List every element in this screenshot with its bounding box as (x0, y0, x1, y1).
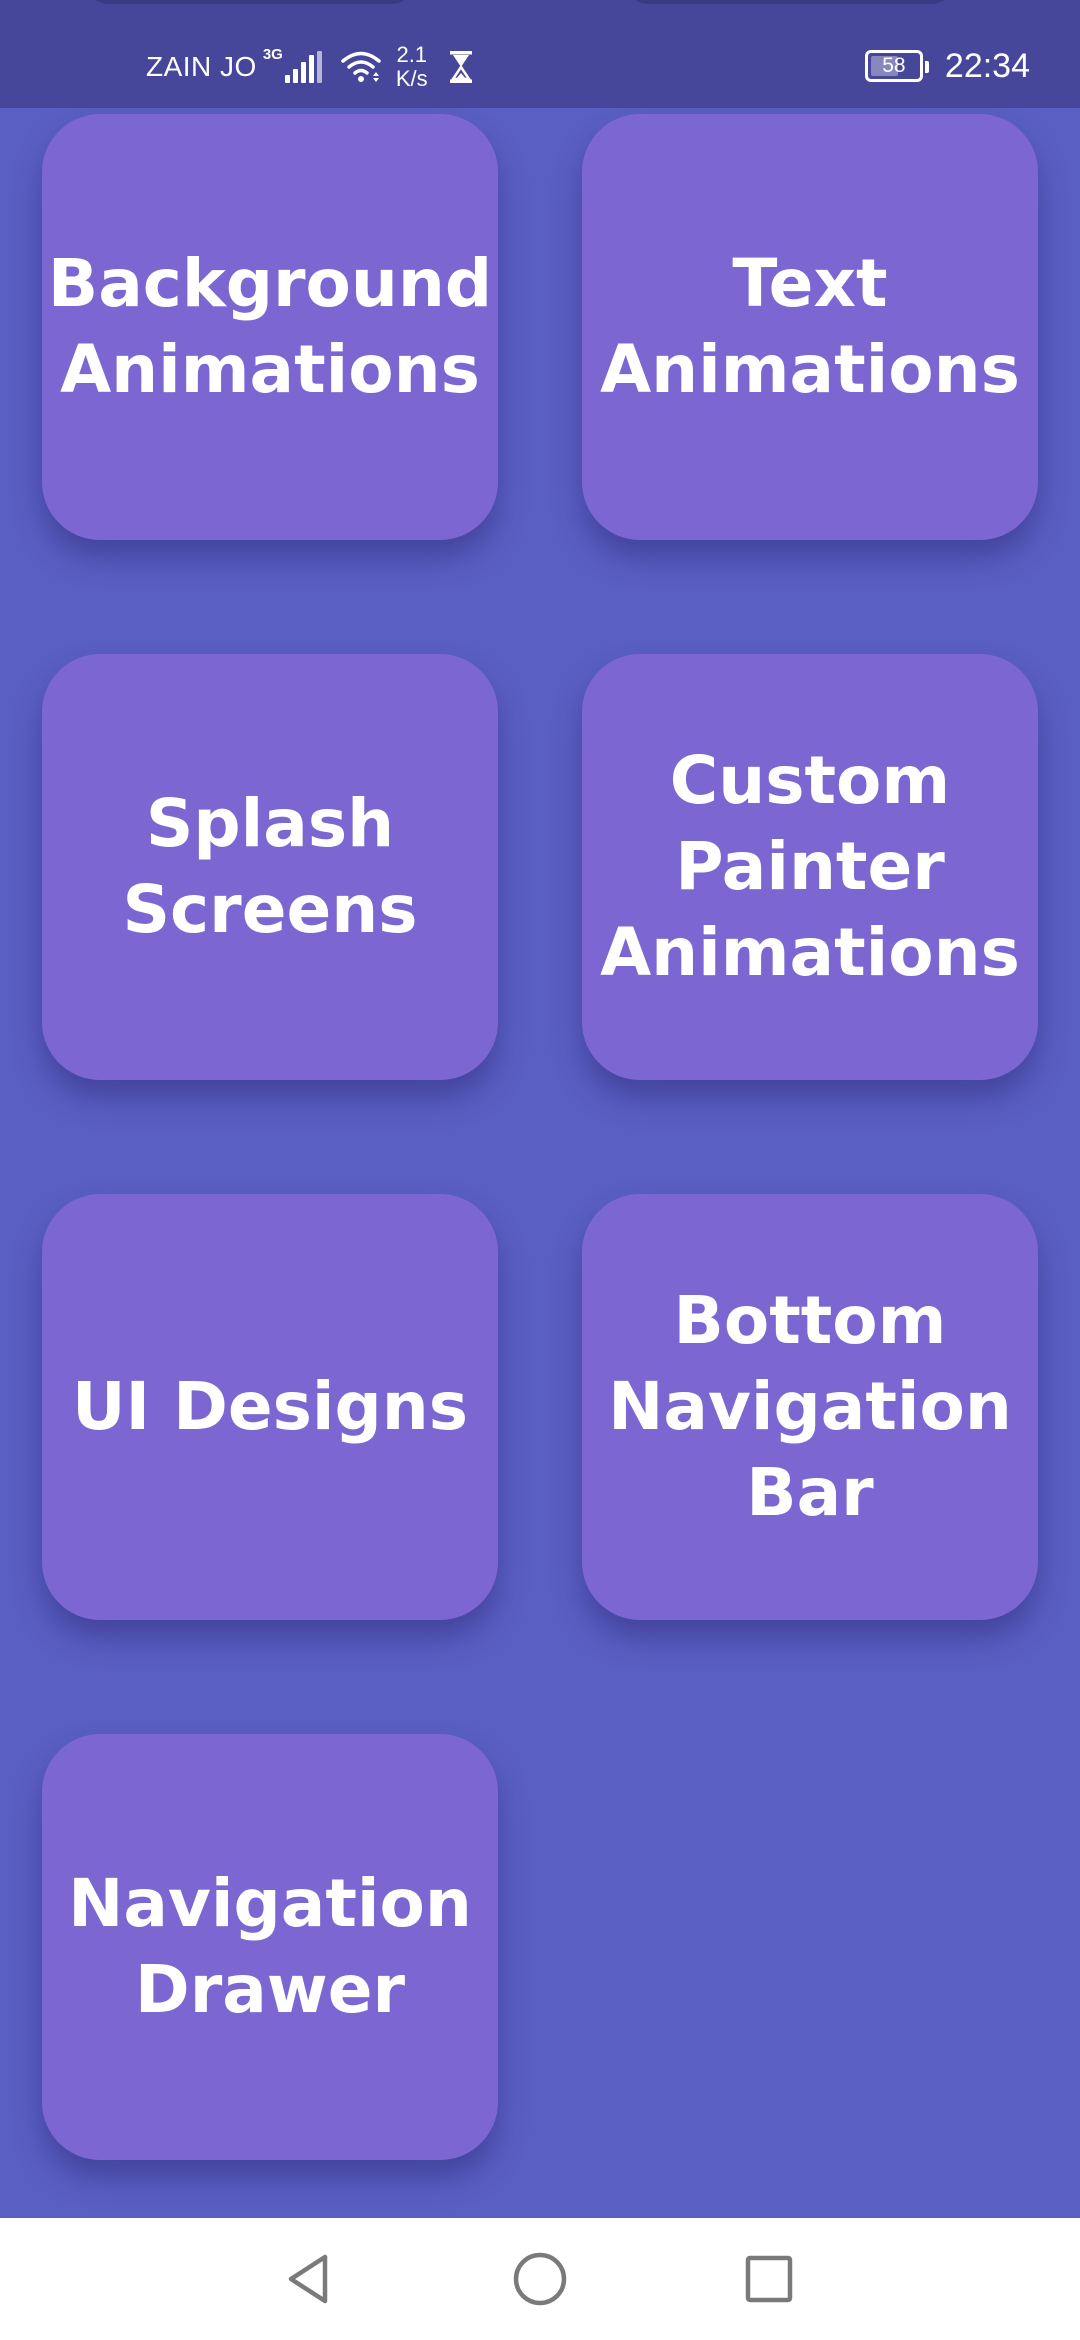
status-bar: ZAIN JO 3G 2.1 K/s 58 22:34 (0, 0, 1080, 108)
network-speed: 2.1 K/s (396, 43, 428, 91)
status-clock: 22:34 (944, 46, 1030, 85)
card-background-animations[interactable]: Background Animations (42, 114, 498, 540)
network-type: 3G (262, 46, 283, 63)
battery-level: 58 (882, 54, 906, 77)
carrier-name: ZAIN JO (146, 51, 257, 82)
battery-icon: 58 (864, 50, 929, 82)
network-speed-value: 2.1 (396, 42, 428, 67)
card-navigation-drawer[interactable]: Navigation Drawer (42, 1734, 498, 2160)
home-button[interactable] (505, 2244, 575, 2314)
recents-button[interactable] (734, 2244, 804, 2314)
card-ui-designs[interactable]: UI Designs (42, 1194, 498, 1620)
card-bottom-navigation-bar[interactable]: Bottom Navigation Bar (582, 1194, 1038, 1620)
recents-square-icon (745, 2255, 793, 2303)
card-splash-screens[interactable]: Splash Screens (42, 654, 498, 1080)
card-custom-painter-animations[interactable]: Custom Painter Animations (582, 654, 1038, 1080)
card-text-animations[interactable]: Text Animations (582, 114, 1038, 540)
system-navigation-bar (0, 2218, 1080, 2340)
scrolled-card-edge-right (620, 0, 960, 4)
home-circle-icon (513, 2252, 567, 2306)
status-left-group: ZAIN JO 3G 2.1 K/s (146, 42, 474, 92)
app-screen: ZAIN JO 3G 2.1 K/s 58 22:34 Background A… (0, 0, 1080, 2340)
scrolled-card-edge-left (80, 0, 420, 4)
status-right-group: 58 22:34 (864, 46, 1030, 86)
network-speed-unit: K/s (395, 66, 428, 91)
hourglass-icon (449, 51, 472, 83)
back-triangle-icon (288, 2254, 328, 2304)
back-button[interactable] (274, 2244, 344, 2314)
wifi-icon (341, 51, 381, 82)
signal-strength-icon (284, 51, 322, 83)
